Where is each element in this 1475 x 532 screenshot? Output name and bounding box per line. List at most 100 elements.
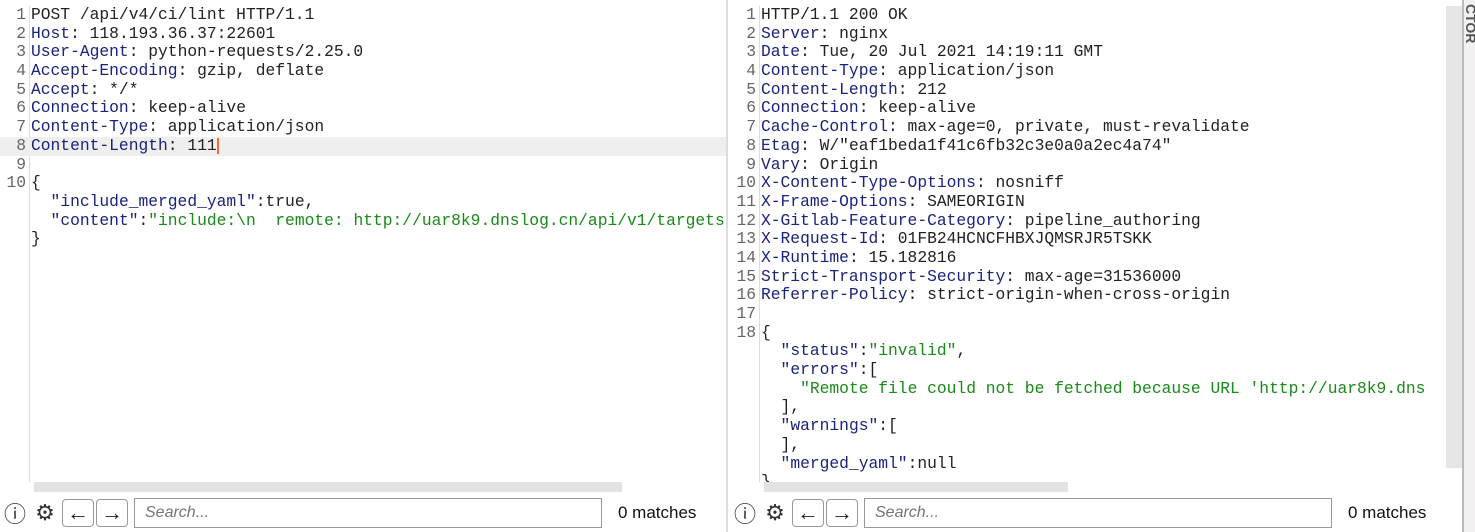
code-text: : keep-alive [128, 98, 246, 118]
response-search-bar: ⓘ ⚙ ← → 0 matches [730, 494, 1462, 532]
code-line: 18{ [730, 322, 1446, 343]
code-line: 17 [730, 304, 1446, 324]
request-search-input[interactable] [134, 498, 602, 528]
code-line: 15 Strict-Transport-Security: max-age=315… [730, 266, 1446, 287]
header-name: Host [31, 23, 71, 43]
code-line: 9 [0, 155, 726, 175]
request-horizontal-scrollbar[interactable] [34, 482, 622, 492]
code-text: : max-age=31536000 [1005, 266, 1182, 286]
inspector-tab[interactable]: CTOR [1462, 0, 1475, 532]
response-vertical-scrollbar[interactable] [1446, 6, 1462, 468]
code-line: "errors":[ [730, 360, 1446, 380]
response-search-input[interactable] [864, 498, 1332, 528]
code-line: } [0, 229, 726, 249]
code-text: { [761, 322, 771, 342]
next-match-button[interactable]: → [96, 499, 128, 527]
prev-match-button[interactable]: ← [792, 499, 824, 527]
help-icon[interactable]: ⓘ [0, 498, 30, 528]
code-line: 13 X-Request-Id: 01FB24HCNCFHBXJQMSRJR5TS… [730, 229, 1446, 249]
code-text: :null [907, 453, 957, 473]
code-text: : nosniff [975, 173, 1064, 193]
code-line: 7 Content-Type: application/json [0, 117, 726, 137]
line-number: 1 [16, 6, 26, 24]
line-number: 11 [736, 191, 756, 211]
header-name: X-Frame-Options [761, 191, 908, 211]
code-text: : gzip, deflate [177, 61, 325, 81]
code-text: POST /api/v4/ci/lint HTTP/1.1 [31, 6, 315, 24]
gear-icon[interactable]: ⚙ [760, 498, 790, 528]
code-line: "include_merged_yaml":true, [0, 192, 726, 212]
code-line: "Remote file could not be fetched becaus… [730, 379, 1446, 399]
response-editor[interactable]: 1 HTTP/1.1 200 OK 2 Server: nginx 3 Date: Tue… [730, 6, 1446, 482]
header-name: Connection [31, 98, 129, 118]
code-line: 14 X-Runtime: 15.182816 [730, 247, 1446, 268]
code-line: 4 Content-Type: application/json [730, 61, 1446, 81]
gear-icon[interactable]: ⚙ [30, 498, 60, 528]
header-name: "merged_yaml" [780, 453, 908, 473]
header-name: Connection [761, 98, 859, 118]
code-line: 2 Host: 118.193.36.37:22601 [0, 23, 726, 44]
line-number: 8 [746, 135, 756, 155]
response-horizontal-scrollbar[interactable] [764, 482, 1068, 492]
code-text: : max-age=0, private, must-revalidate [888, 117, 1250, 137]
header-name: User-Agent [31, 42, 129, 62]
line-number: 2 [16, 23, 26, 43]
code-text: : keep-alive [858, 98, 976, 118]
code-line: 8 Etag: W/"eaf1beda1f41c6fb32c3e0a0a2ec4a… [730, 135, 1446, 156]
string-value: "include:\n remote: http://uar8k9.dnslog… [148, 210, 725, 230]
code-text: HTTP/1.1 200 OK [761, 6, 908, 24]
code-text: : W/"eaf1beda1f41c6fb32c3e0a0a2ec4a74" [800, 135, 1172, 155]
line-number: 10 [6, 173, 26, 193]
code-text: : strict-origin-when-cross-origin [907, 285, 1230, 305]
code-text: : Origin [800, 154, 879, 174]
code-text: ], [761, 397, 801, 417]
request-search-bar: ⓘ ⚙ ← → 0 matches [0, 494, 726, 532]
header-name: Server [761, 23, 820, 43]
header-name: "warnings" [780, 416, 879, 436]
code-line: 8 Content-Length: 111 [0, 135, 726, 156]
line-number: 3 [16, 42, 26, 62]
line-number: 1 [746, 6, 756, 24]
match-count: 0 matches [618, 503, 697, 522]
help-icon[interactable]: ⓘ [730, 498, 760, 528]
line-number: 14 [736, 247, 756, 267]
response-pane: 1 HTTP/1.1 200 OK 2 Server: nginx 3 Date: Tue… [730, 0, 1462, 532]
next-match-button[interactable]: → [826, 499, 858, 527]
header-name: Strict-Transport-Security [761, 266, 1006, 286]
code-text: : 01FB24HCNCFHBXJQMSRJR5TSKK [878, 229, 1152, 249]
header-name: X-Request-Id [761, 229, 879, 249]
header-name: Date [761, 42, 801, 62]
code-text: { [31, 173, 41, 193]
string-value: "invalid" [868, 341, 957, 361]
line-number: 10 [736, 173, 756, 193]
code-text: , [956, 341, 967, 361]
code-line: 3 User-Agent: python-requests/2.25.0 [0, 43, 726, 62]
code-line: 6 Connection: keep-alive [0, 99, 726, 118]
code-line: "status":"invalid", [730, 342, 1446, 361]
code-line: "warnings":[ [730, 416, 1446, 436]
code-text: : 212 [897, 79, 947, 99]
line-number: 4 [16, 61, 26, 81]
code-text: : Tue, 20 Jul 2021 14:19:11 GMT [800, 42, 1103, 62]
line-number: 9 [746, 154, 756, 174]
line-number: 17 [736, 304, 756, 323]
header-name: Content-Length [761, 79, 898, 99]
line-number: 15 [736, 266, 756, 286]
code-text: : application/json [148, 117, 325, 137]
header-name: Etag [761, 135, 801, 155]
header-name: Content-Length [31, 135, 168, 155]
request-editor[interactable]: 1 POST /api/v4/ci/lint HTTP/1.1 2 Host: 118… [0, 6, 726, 482]
code-text: : 111 [167, 135, 217, 155]
prev-match-button[interactable]: ← [62, 499, 94, 527]
line-number: 18 [736, 322, 756, 342]
line-number: 5 [746, 79, 756, 99]
line-number: 8 [16, 135, 26, 155]
code-line: 16 Referrer-Policy: strict-origin-when-cr… [730, 285, 1446, 305]
code-line: 4 Accept-Encoding: gzip, deflate [0, 61, 726, 81]
code-line: 5 Content-Length: 212 [730, 79, 1446, 100]
